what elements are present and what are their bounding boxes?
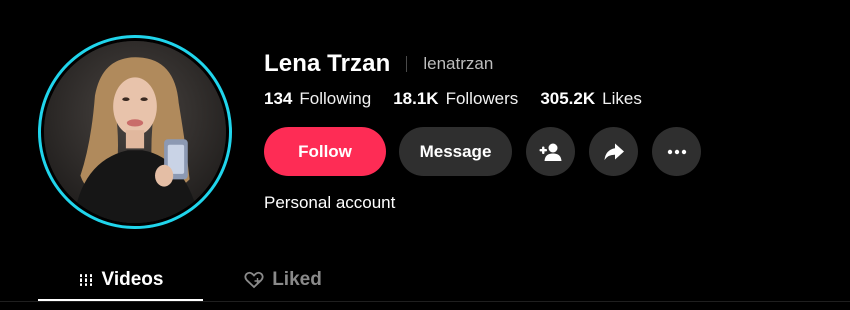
avatar-frame [41, 38, 229, 226]
stat-likes: 305.2K Likes [540, 89, 642, 109]
display-name: Lena Trzan [264, 50, 391, 77]
share-icon [603, 142, 625, 162]
add-user-button[interactable] [526, 127, 575, 176]
stat-followers[interactable]: 18.1K Followers [393, 89, 518, 109]
stat-label: Likes [602, 89, 642, 108]
tab-liked[interactable]: Liked [203, 258, 363, 302]
stat-value: 18.1K [393, 89, 439, 108]
name-separator [406, 56, 408, 72]
stat-value: 305.2K [540, 89, 596, 108]
message-button[interactable]: Message [399, 127, 512, 176]
stat-value: 134 [264, 89, 293, 108]
tab-label: Liked [272, 269, 322, 290]
stat-following[interactable]: 134 Following [264, 89, 371, 109]
more-icon [667, 149, 687, 155]
more-button[interactable] [652, 127, 701, 176]
tab-videos[interactable]: Videos [38, 258, 203, 302]
tabs-divider [0, 301, 850, 302]
username: lenatrzan [423, 54, 494, 73]
profile-tabs: Videos Liked [38, 258, 363, 302]
bio: Personal account [264, 193, 396, 212]
grid-icon [78, 272, 94, 288]
stat-label: Followers [445, 89, 519, 108]
stats-row: 134 Following 18.1K Followers 305.2K Lik… [264, 87, 664, 111]
heart-icon [244, 271, 264, 289]
profile-header: Lena Trzan lenatrzan [264, 49, 493, 79]
add-user-icon [539, 142, 563, 162]
stat-label: Following [299, 89, 372, 108]
share-button[interactable] [589, 127, 638, 176]
follow-button[interactable]: Follow [264, 127, 386, 176]
tab-label: Videos [101, 269, 164, 290]
avatar-image [44, 41, 226, 223]
avatar[interactable] [44, 41, 226, 223]
avatar-ring[interactable] [38, 35, 232, 229]
